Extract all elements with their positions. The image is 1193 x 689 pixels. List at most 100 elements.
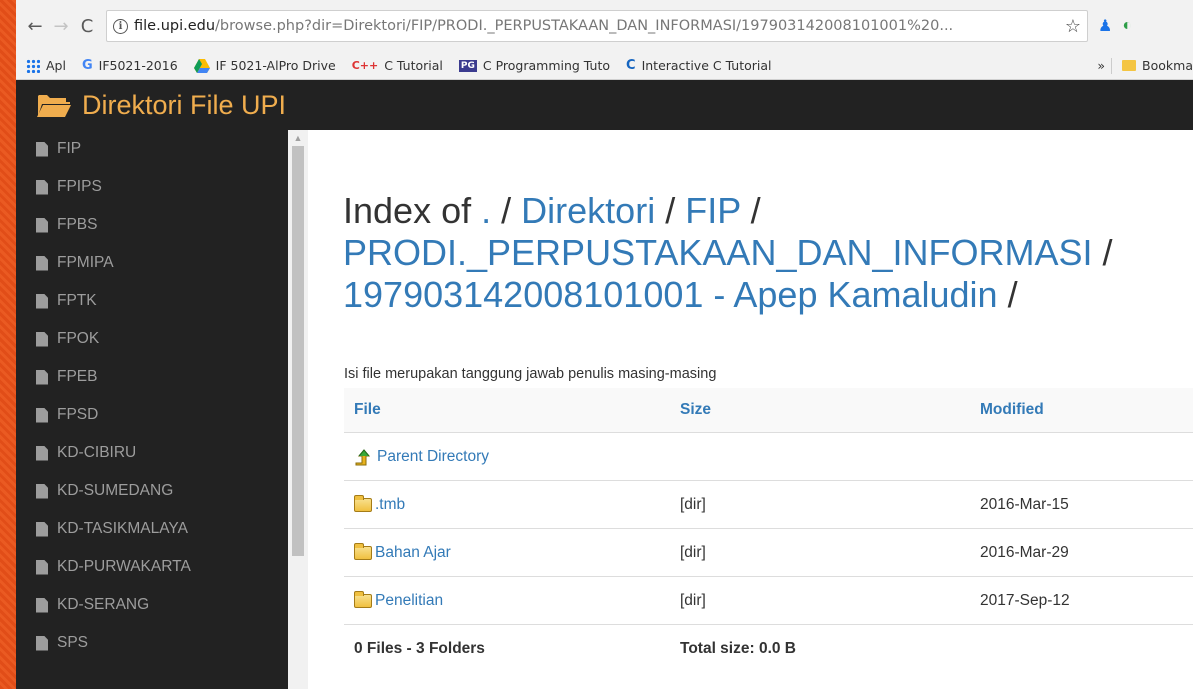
sidebar-item-label: FPBS (57, 216, 98, 233)
bookmarks-folder[interactable]: Bookma (1122, 58, 1193, 73)
main-content: Index of . / Direktori / FIP / PRODI._PE… (308, 130, 1193, 689)
breadcrumb-separator: / (750, 190, 761, 231)
site-icon: PG (458, 59, 477, 72)
bookmark-label: Apl (46, 58, 66, 73)
sidebar-item-fptk[interactable]: FPTK (16, 282, 288, 320)
bookmark-label: C Tutorial (384, 58, 443, 73)
table-footer: 0 Files - 3 Folders Total size: 0.0 B (344, 624, 1193, 672)
site-header: Direktori File UPI (16, 80, 1193, 130)
sidebar-scrollbar[interactable]: ▲ (288, 130, 308, 689)
back-button[interactable]: ← (22, 13, 48, 39)
sidebar-item-fpmipa[interactable]: FPMIPA (16, 244, 288, 282)
sidebar-item-label: FPIPS (57, 178, 102, 195)
folder-icon (353, 542, 372, 560)
breadcrumb-prodi[interactable]: PRODI._PERPUSTAKAAN_DAN_INFORMASI (343, 232, 1093, 273)
sidebar-item-label: FPSD (57, 406, 99, 423)
scroll-thumb[interactable] (292, 146, 304, 556)
bookmark-if5021[interactable]: G IF5021-2016 (82, 58, 178, 73)
browser-window: ← → C i file.upi.edu /browse.php?dir=Dir… (16, 0, 1193, 689)
sidebar-item-label: FPMIPA (57, 254, 114, 271)
sidebar-item-label: KD-SUMEDANG (57, 482, 174, 499)
breadcrumb-fip[interactable]: FIP (685, 190, 740, 231)
file-icon (36, 255, 48, 271)
header-file[interactable]: File (354, 401, 680, 419)
sidebar-item-kd-purwakarta[interactable]: KD-PURWAKARTA (16, 548, 288, 586)
sidebar-item-kd-tasikmalaya[interactable]: KD-TASIKMALAYA (16, 510, 288, 548)
sidebar-item-fpeb[interactable]: FPEB (16, 358, 288, 396)
sidebar-item-label: KD-CIBIRU (57, 444, 137, 461)
sidebar-item-label: KD-TASIKMALAYA (57, 520, 188, 537)
folder-icon (1122, 60, 1137, 71)
folder-modified: 2016-Mar-15 (980, 495, 1069, 513)
sidebar-item-kd-serang[interactable]: KD-SERANG (16, 586, 288, 624)
bookmark-alpro-drive[interactable]: IF 5021-AlPro Drive (193, 58, 336, 73)
page-title: Index of . / Direktori / FIP / PRODI._PE… (343, 190, 1113, 316)
bookmarks-overflow-button[interactable]: » (1097, 58, 1105, 73)
google-icon: G (81, 58, 93, 73)
breadcrumb-direktori[interactable]: Direktori (521, 190, 655, 231)
sidebar-item-label: FPTK (57, 292, 97, 309)
bookmark-c-programming[interactable]: PG C Programming Tuto (458, 58, 611, 73)
bookmark-apps[interactable]: Apl (26, 58, 66, 73)
info-icon[interactable]: i (113, 18, 128, 34)
bookmark-star-icon[interactable]: ☆ (1065, 16, 1081, 37)
file-icon (36, 445, 48, 461)
file-icon (36, 369, 48, 385)
site-title[interactable]: Direktori File UPI (82, 90, 286, 121)
sidebar: FIP FPIPS FPBS FPMIPA FPTK FPOK FPEB FPSD KD-CIB… (16, 130, 288, 689)
file-icon (36, 217, 48, 233)
file-icon (36, 635, 48, 651)
sidebar-item-kd-cibiru[interactable]: KD-CIBIRU (16, 434, 288, 472)
parent-directory-link[interactable]: Parent Directory (354, 448, 680, 466)
folder-modified: 2016-Mar-29 (980, 543, 1069, 561)
cpp-icon: C++ (351, 59, 379, 72)
sidebar-item-label: KD-SERANG (57, 596, 150, 613)
file-icon (36, 293, 48, 309)
profile-extension-icon[interactable]: ♟ (1098, 16, 1112, 36)
address-bar[interactable]: i file.upi.edu /browse.php?dir=Direktori… (106, 10, 1088, 42)
file-icon (36, 483, 48, 499)
file-table: File Size Modified Parent Directory .tmb (344, 388, 1193, 672)
scroll-up-arrow-icon[interactable]: ▲ (288, 130, 308, 146)
reload-button[interactable]: C (74, 13, 100, 39)
title-prefix: Index of (343, 190, 472, 231)
bookmarks-bar: Apl G IF5021-2016 IF 5021-AlPro Drive C+… (16, 52, 1193, 80)
sidebar-item-fip[interactable]: FIP (16, 130, 288, 168)
file-count: 0 Files - 3 Folders (354, 639, 485, 657)
drive-icon (193, 58, 210, 73)
header-size[interactable]: Size (680, 401, 980, 419)
folder-link[interactable]: .tmb (353, 494, 680, 514)
sidebar-item-label: KD-PURWAKARTA (57, 558, 191, 575)
file-icon (36, 331, 48, 347)
bookmark-label: IF5021-2016 (98, 58, 178, 73)
folder-open-icon (37, 95, 71, 117)
breadcrumb-owner[interactable]: 197903142008101001 - Apep Kamaludin (343, 274, 998, 315)
forward-button[interactable]: → (48, 13, 74, 39)
sidebar-item-kd-sumedang[interactable]: KD-SUMEDANG (16, 472, 288, 510)
bookmark-label: C Programming Tuto (482, 58, 611, 73)
folder-name: Penelitian (375, 591, 444, 609)
sidebar-item-fpips[interactable]: FPIPS (16, 168, 288, 206)
bookmark-label: Interactive C Tutorial (641, 58, 772, 73)
c-icon: C (626, 58, 636, 73)
sidebar-item-sps[interactable]: SPS (16, 624, 288, 662)
file-icon (36, 141, 48, 157)
folder-size: [dir] (680, 495, 706, 513)
sidebar-item-label: FIP (57, 140, 82, 157)
bookmark-c-tutorial[interactable]: C++ C Tutorial (352, 58, 443, 73)
breadcrumb-separator: / (501, 190, 512, 231)
table-row: Bahan Ajar [dir] 2016-Mar-29 (344, 528, 1193, 576)
sidebar-item-fpsd[interactable]: FPSD (16, 396, 288, 434)
bookmark-interactive-c[interactable]: C Interactive C Tutorial (626, 58, 772, 73)
breadcrumb-separator: / (1007, 274, 1018, 315)
breadcrumb-root[interactable]: . (481, 190, 491, 231)
folder-link[interactable]: Bahan Ajar (353, 542, 680, 562)
folder-link[interactable]: Penelitian (353, 590, 680, 610)
sidebar-item-fpok[interactable]: FPOK (16, 320, 288, 358)
sidebar-item-label: SPS (57, 634, 89, 651)
header-modified[interactable]: Modified (980, 401, 1044, 419)
table-header: File Size Modified (344, 388, 1193, 432)
extension-icon[interactable]: ◐ (1122, 17, 1132, 35)
sidebar-item-fpbs[interactable]: FPBS (16, 206, 288, 244)
overflow-chevron-icon: » (1097, 58, 1106, 73)
